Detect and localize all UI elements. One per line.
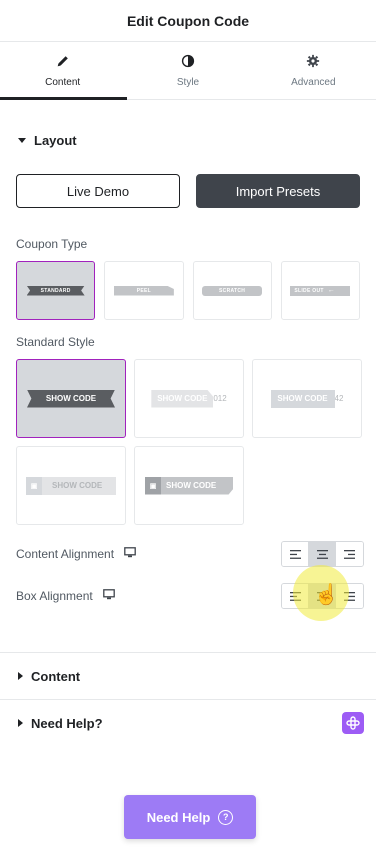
tab-advanced-label: Advanced <box>291 76 336 88</box>
style-2-label: SHOW CODE <box>151 389 214 408</box>
coupon-type-standard-preview: STANDARD <box>26 285 85 296</box>
layout-actions: Live Demo Import Presets <box>0 174 376 208</box>
caret-down-icon <box>18 137 26 143</box>
align-left-icon <box>289 591 301 601</box>
half-circle-icon <box>181 54 195 71</box>
box-align-left-button[interactable] <box>282 584 309 608</box>
panel-header: Edit Coupon Code <box>0 0 376 42</box>
caret-right-icon <box>18 672 23 680</box>
style-3-preview: SHOW CODE 42 <box>270 389 344 408</box>
gear-icon <box>306 54 320 71</box>
style-1-preview: SHOW CODE <box>27 389 115 408</box>
box-align-center-button[interactable] <box>309 584 336 608</box>
content-alignment-label: Content Alignment <box>16 547 115 561</box>
box-alignment-control <box>281 583 364 609</box>
align-right-button[interactable] <box>336 542 363 566</box>
coupon-type-label: Coupon Type <box>16 237 88 251</box>
tab-content[interactable]: Content <box>0 42 125 99</box>
standard-style-option-1[interactable]: SHOW CODE <box>16 359 126 438</box>
plugin-logo-icon <box>342 712 364 734</box>
style-5-label: SHOW CODE <box>166 481 217 490</box>
ticket-icon: ▣ <box>145 476 161 495</box>
standard-style-label: Standard Style <box>16 335 95 349</box>
box-alignment-label: Box Alignment <box>16 589 93 603</box>
style-2-code: 012 <box>213 394 227 403</box>
desktop-icon[interactable] <box>102 589 115 603</box>
content-section-toggle[interactable]: Content <box>0 653 376 699</box>
box-alignment-row: Box Alignment ☝ <box>0 565 376 621</box>
tab-bar: Content Style Advanced <box>0 42 376 100</box>
content-alignment-control <box>281 541 364 567</box>
tab-style[interactable]: Style <box>125 42 250 99</box>
coupon-type-slide-out-preview: SLIDE OUT ← <box>290 285 351 296</box>
tab-content-label: Content <box>45 76 81 88</box>
arrow-left-icon: ← <box>327 287 336 294</box>
align-left-button[interactable] <box>282 542 309 566</box>
content-alignment-label-wrap: Content Alignment <box>16 547 136 561</box>
pencil-icon <box>56 54 70 71</box>
standard-style-option-2[interactable]: SHOW CODE 012 <box>134 359 244 438</box>
need-help-label: Need Help <box>146 809 211 825</box>
tab-advanced[interactable]: Advanced <box>251 42 376 99</box>
style-4-label: SHOW CODE <box>52 481 103 490</box>
slide-out-label: SLIDE OUT <box>294 287 324 294</box>
need-help-button[interactable]: Need Help ? <box>124 795 256 839</box>
live-demo-button[interactable]: Live Demo <box>16 174 180 208</box>
standard-style-option-4[interactable]: ▣ SHOW CODE <box>16 446 126 525</box>
align-center-icon <box>316 549 328 559</box>
style-5-preview: ▣ SHOW CODE <box>145 476 233 495</box>
box-align-right-button[interactable] <box>336 584 363 608</box>
help-section-title: Need Help? <box>31 715 103 731</box>
panel-title: Edit Coupon Code <box>126 12 250 29</box>
tab-style-label: Style <box>176 76 200 88</box>
content-alignment-row: Content Alignment <box>0 541 376 567</box>
desktop-icon[interactable] <box>124 547 136 561</box>
coupon-type-peel-preview: PEEL <box>113 285 174 296</box>
style-4-preview: ▣ SHOW CODE <box>26 476 116 495</box>
layout-section-title: Layout <box>34 132 77 148</box>
coupon-type-peel[interactable]: PEEL <box>104 261 184 320</box>
caret-right-icon <box>18 719 23 727</box>
align-center-icon <box>316 591 328 601</box>
align-center-button[interactable] <box>309 542 336 566</box>
coupon-type-slide-out[interactable]: SLIDE OUT ← <box>280 261 360 320</box>
help-section-title-wrap: Need Help? <box>18 716 103 731</box>
coupon-type-options: STANDARD PEEL SCRATCH SLIDE OUT ← <box>0 261 376 320</box>
standard-style-option-5[interactable]: ▣ SHOW CODE <box>134 446 244 525</box>
align-right-icon <box>344 591 355 601</box>
style-2-preview: SHOW CODE 012 <box>151 389 227 408</box>
ticket-icon: ▣ <box>26 476 42 495</box>
box-alignment-label-wrap: Box Alignment <box>16 589 115 603</box>
style-3-label: SHOW CODE <box>270 389 335 408</box>
align-right-icon <box>344 549 355 559</box>
coupon-type-scratch-preview: SCRATCH <box>202 285 263 296</box>
layout-section-toggle[interactable]: Layout <box>0 100 376 180</box>
question-icon: ? <box>218 809 234 825</box>
help-section-toggle[interactable]: Need Help? <box>0 700 376 746</box>
standard-style-option-3[interactable]: SHOW CODE 42 <box>252 359 362 438</box>
coupon-type-scratch[interactable]: SCRATCH <box>192 261 272 320</box>
import-presets-button[interactable]: Import Presets <box>196 174 360 208</box>
coupon-type-standard[interactable]: STANDARD <box>16 261 96 320</box>
align-left-icon <box>289 549 301 559</box>
style-3-code: 42 <box>334 394 344 403</box>
content-section-title: Content <box>31 668 81 684</box>
standard-style-options: SHOW CODE SHOW CODE 012 SHOW CODE 42 ▣ S… <box>0 359 376 525</box>
